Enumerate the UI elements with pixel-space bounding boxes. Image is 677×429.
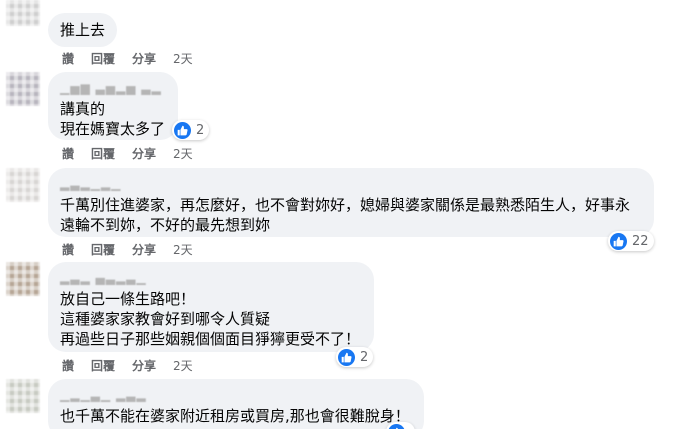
author-name[interactable]: ▁▅▆ ▃▅▂▅ ▃▂ (60, 80, 166, 96)
reaction-count: 2 (196, 122, 205, 138)
thumbs-up-icon (610, 232, 627, 250)
comment-bubble: ▁▂▁▃▁ ▂▃▂ 也千萬不能在婆家附近租房或買房,那也會很難脫身！ (48, 379, 424, 429)
reply-link[interactable]: 回覆 (91, 357, 115, 374)
reaction-badge[interactable]: 2 (172, 120, 210, 140)
timestamp[interactable]: 2天 (173, 357, 193, 374)
reply-link[interactable]: 回覆 (91, 145, 115, 162)
reply-link[interactable]: 回覆 (91, 50, 115, 67)
comment-text: 也千萬不能在婆家附近租房或買房,那也會很難脫身！ (60, 407, 410, 425)
reaction-badge[interactable]: 2 (336, 347, 374, 367)
comment-text: 再過些日子那些姻親個個面目猙獰更受不了！ (60, 330, 361, 348)
comment-bubble: ▂▃▂ ▄▃▂▃▁ 放自己一條生路吧！ 這種婆家家教會好到哪令人質疑 再過些日子… (48, 262, 374, 352)
share-link[interactable]: 分享 (132, 357, 156, 374)
comment-actions: 讚 回覆 分享 2天 (62, 357, 210, 373)
author-name[interactable]: ▁▂▁▃▁ ▂▃▂ (60, 387, 412, 403)
reaction-count: 22 (632, 233, 649, 249)
like-link[interactable]: 讚 (62, 241, 74, 258)
timestamp[interactable]: 2天 (173, 145, 193, 162)
avatar[interactable] (6, 0, 40, 26)
reaction-badge[interactable] (386, 422, 415, 429)
comment-text: 遠輪不到妳，不好的最先想到妳 (60, 216, 271, 234)
timestamp[interactable]: 2天 (173, 241, 193, 258)
reaction-count: 2 (360, 349, 369, 365)
comment-actions: 讚 回覆 分享 2天 (62, 145, 210, 161)
comment-bubble: ▂▃▂▁▂▁ 千萬別住進婆家，再怎麼好，也不會對妳好，媳婦與婆家關係是最熟悉陌生… (48, 168, 654, 237)
share-link[interactable]: 分享 (132, 241, 156, 258)
reply-link[interactable]: 回覆 (91, 241, 115, 258)
avatar[interactable] (6, 168, 40, 202)
comment-text: 這種婆家家教會好到哪令人質疑 (60, 310, 271, 328)
comment-bubble: 推上去 (48, 13, 118, 47)
like-link[interactable]: 讚 (62, 357, 74, 374)
comment-actions: 讚 回覆 分享 2天 (62, 50, 210, 66)
like-link[interactable]: 讚 (62, 50, 74, 67)
thumbs-up-icon (388, 423, 405, 429)
comment-actions: 讚 回覆 分享 2天 (62, 241, 210, 257)
author-name[interactable]: ▂▃▂ ▄▃▂▃▁ (60, 270, 362, 286)
thumbs-up-icon (174, 121, 191, 139)
reaction-badge[interactable]: 22 (608, 231, 654, 251)
comment-text: 放自己一條生路吧！ (60, 290, 196, 308)
comment-text: 講真的 (60, 100, 106, 118)
share-link[interactable]: 分享 (132, 145, 156, 162)
comment-text: 現在媽寶太多了 (60, 120, 166, 138)
timestamp[interactable]: 2天 (173, 50, 193, 67)
like-link[interactable]: 讚 (62, 145, 74, 162)
comment-text: 推上去 (60, 21, 106, 39)
comment-text: 千萬別住進婆家，再怎麼好，也不會對妳好，媳婦與婆家關係是最熟悉陌生人，好事永 (60, 196, 631, 214)
thumbs-up-icon (338, 348, 355, 366)
avatar[interactable] (6, 379, 40, 413)
author-name[interactable]: ▂▃▂▁▂▁ (60, 176, 642, 192)
comment-bubble: ▁▅▆ ▃▅▂▅ ▃▂ 講真的 現在媽寶太多了 (48, 72, 178, 140)
avatar[interactable] (6, 72, 40, 106)
share-link[interactable]: 分享 (132, 50, 156, 67)
avatar[interactable] (6, 262, 40, 296)
